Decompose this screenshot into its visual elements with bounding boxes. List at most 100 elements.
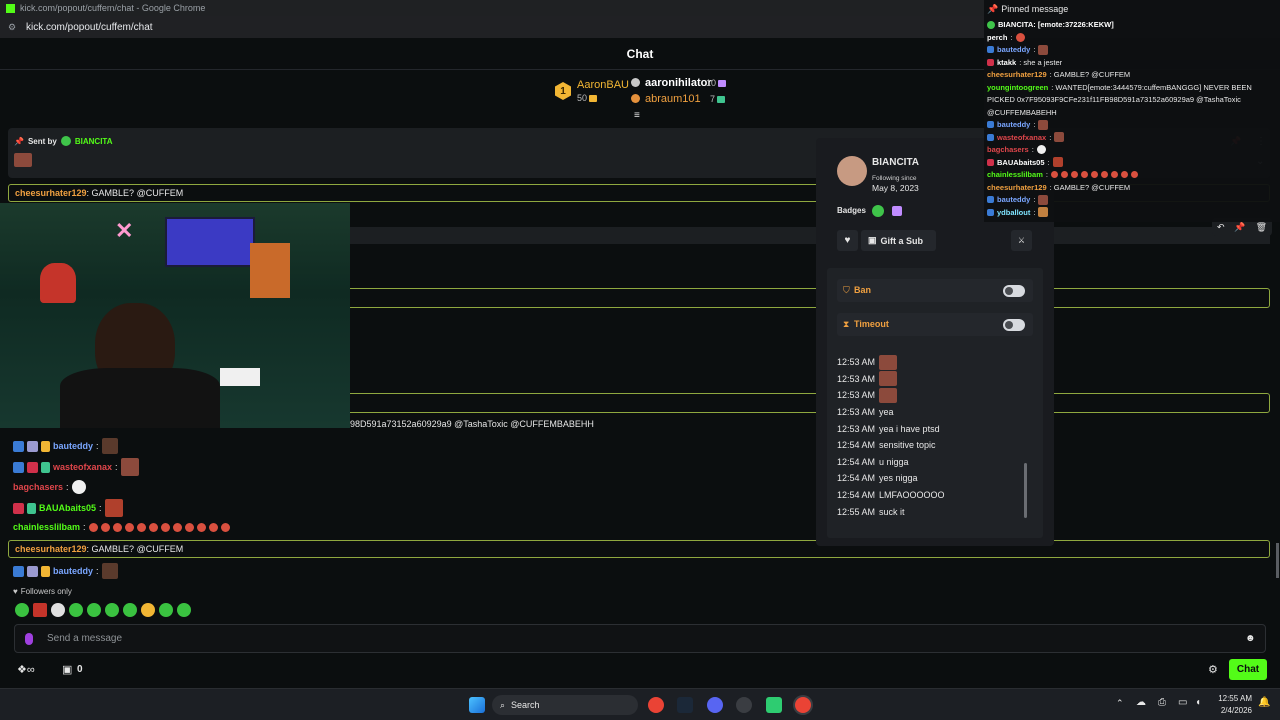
clock-time[interactable]: 12:55 AM bbox=[1216, 694, 1252, 703]
chat-username[interactable]: bauteddy bbox=[53, 441, 93, 451]
chat-username[interactable]: bauteddy bbox=[997, 120, 1030, 129]
leaderboard-second-name[interactable]: aaronihilator bbox=[645, 77, 712, 89]
chat-username[interactable]: bauteddy bbox=[997, 195, 1030, 204]
expand-leaderboard-icon[interactable]: ≡ bbox=[634, 111, 646, 121]
clock-date[interactable]: 2/4/2026 bbox=[1214, 706, 1252, 715]
popout-message[interactable]: bauteddy: bbox=[984, 194, 1280, 207]
points-icon[interactable]: ❖∞ bbox=[17, 663, 35, 676]
chat-message[interactable]: chainlesslilbam: bbox=[13, 522, 230, 532]
quick-emote[interactable] bbox=[105, 603, 119, 617]
network-icon[interactable]: ▭ bbox=[1178, 697, 1187, 708]
quick-emote[interactable] bbox=[159, 603, 173, 617]
sent-by-user[interactable]: BIANCITA bbox=[75, 137, 113, 146]
chat-username[interactable]: chainlesslilbam bbox=[13, 522, 80, 532]
chevron-up-icon[interactable]: ⌃ bbox=[1116, 698, 1124, 709]
popout-message[interactable]: bagchasers: bbox=[984, 144, 1280, 157]
chat-username[interactable]: bagchasers bbox=[987, 145, 1029, 154]
chat-emote bbox=[136, 522, 146, 532]
popout-message[interactable]: bauteddy: bbox=[984, 119, 1280, 132]
steam-icon[interactable] bbox=[677, 697, 693, 713]
chat-username[interactable]: cheesurhater129 bbox=[987, 183, 1047, 192]
reply-icon[interactable]: ↶ bbox=[1217, 222, 1225, 233]
leaderboard-first-name[interactable]: AaronBAU bbox=[577, 79, 629, 91]
quick-emote[interactable] bbox=[51, 603, 65, 617]
chat-message-text: : GAMBLE? @CUFFEM bbox=[86, 544, 184, 554]
window-title: kick.com/popout/cuffem/chat - Google Chr… bbox=[20, 3, 206, 13]
popout-message[interactable]: youngintoogreen: WANTED[emote:3444579:cu… bbox=[984, 81, 1280, 94]
popout-message[interactable]: ydballout: bbox=[984, 206, 1280, 219]
emoji-picker-icon[interactable]: ☻ bbox=[1245, 633, 1256, 644]
chat-username[interactable]: perch bbox=[987, 33, 1007, 42]
popout-message[interactable]: ktakk: she a jester bbox=[984, 56, 1280, 69]
timeout-row[interactable]: ⧗ Timeout bbox=[837, 313, 1033, 336]
chat-username[interactable]: chainlesslilbam bbox=[987, 170, 1043, 179]
popout-message[interactable]: cheesurhater129: GAMBLE? @CUFFEM bbox=[984, 181, 1280, 194]
chat-username[interactable]: cheesurhater129 bbox=[15, 544, 87, 554]
popout-message[interactable]: BAUAbaits05: bbox=[984, 156, 1280, 169]
discord-icon[interactable] bbox=[707, 697, 723, 713]
quick-emote[interactable] bbox=[33, 603, 47, 617]
chat-scrollbar[interactable] bbox=[1276, 543, 1279, 578]
microphone-icon[interactable] bbox=[25, 632, 33, 645]
chrome-icon[interactable] bbox=[648, 697, 664, 713]
chat-message[interactable]: BAUAbaits05: bbox=[13, 499, 123, 517]
follow-heart-button[interactable]: ♥ bbox=[837, 230, 858, 251]
chat-username[interactable]: wasteofxanax bbox=[997, 133, 1046, 142]
chat-username[interactable]: ydballout bbox=[997, 208, 1030, 217]
cloud-icon[interactable]: ☁ bbox=[1136, 697, 1146, 708]
popout-message[interactable]: wasteofxanax: bbox=[984, 131, 1280, 144]
chat-message[interactable]: bauteddy: bbox=[13, 563, 118, 579]
chat-username[interactable]: ktakk bbox=[997, 58, 1016, 67]
chat-message[interactable]: bagchasers: bbox=[13, 480, 86, 494]
quick-emote[interactable] bbox=[87, 603, 101, 617]
gift-count: 0 bbox=[77, 664, 83, 675]
popout-message[interactable]: cheesurhater129: GAMBLE? @CUFFEM bbox=[984, 69, 1280, 82]
taskbar-search[interactable]: ⌕ Search bbox=[492, 695, 638, 715]
message-input[interactable]: Send a message bbox=[47, 633, 122, 644]
quick-emote[interactable] bbox=[15, 603, 29, 617]
chat-username[interactable]: cheesurhater129 bbox=[987, 70, 1047, 79]
chat-username[interactable]: bauteddy bbox=[53, 566, 93, 576]
quick-emote[interactable] bbox=[141, 603, 155, 617]
history-scrollbar[interactable] bbox=[1024, 463, 1027, 518]
popout-message[interactable]: bauteddy: bbox=[984, 44, 1280, 57]
popout-message[interactable]: perch: bbox=[984, 31, 1280, 44]
gift-sub-button[interactable]: ▣ Gift a Sub bbox=[861, 230, 936, 251]
quick-emote[interactable] bbox=[177, 603, 191, 617]
chat-username[interactable]: BAUAbaits05 bbox=[39, 503, 96, 513]
delete-icon[interactable]: 🗑 bbox=[1256, 222, 1267, 233]
site-settings-icon[interactable]: ⚙ bbox=[8, 22, 18, 32]
chat-username[interactable]: youngintoogreen bbox=[987, 83, 1048, 92]
chrome-active-icon[interactable] bbox=[795, 697, 811, 713]
chat-username[interactable]: wasteofxanax bbox=[53, 462, 112, 472]
chat-username[interactable]: bagchasers bbox=[13, 482, 63, 492]
volume-icon[interactable]: ◖ bbox=[1195, 697, 1201, 708]
windows-start-icon[interactable] bbox=[469, 697, 485, 713]
notification-bell-icon[interactable]: 🔔 bbox=[1258, 697, 1270, 708]
chat-message[interactable]: bauteddy: bbox=[13, 438, 118, 454]
app-icon[interactable] bbox=[766, 697, 782, 713]
chat-username[interactable]: bauteddy bbox=[997, 45, 1030, 54]
highlighted-message[interactable]: cheesurhater129: GAMBLE? @CUFFEM bbox=[8, 540, 1270, 558]
timeout-toggle[interactable] bbox=[1003, 319, 1025, 331]
send-chat-button[interactable]: Chat bbox=[1229, 659, 1267, 680]
mic-tray-icon[interactable]: ⎙ bbox=[1158, 697, 1166, 708]
quick-emote[interactable] bbox=[69, 603, 83, 617]
quick-emote[interactable] bbox=[123, 603, 137, 617]
chat-message[interactable]: wasteofxanax: bbox=[13, 458, 139, 476]
message-input-wrapper[interactable]: Send a message ☻ bbox=[14, 624, 1266, 653]
mod-action-button[interactable]: ⚔ bbox=[1011, 230, 1032, 251]
ban-toggle[interactable] bbox=[1003, 285, 1025, 297]
chat-username[interactable]: cheesurhater129 bbox=[15, 188, 87, 198]
settings-gear-icon[interactable]: ⚙ bbox=[1208, 663, 1218, 676]
history-item: 12:55 AM suck it bbox=[837, 503, 1033, 520]
badge-icon bbox=[987, 196, 994, 204]
popout-message[interactable]: chainlesslilbam: bbox=[984, 169, 1280, 182]
chat-username[interactable]: BAUAbaits05 bbox=[997, 158, 1045, 167]
gift-icon[interactable]: ▣ bbox=[62, 663, 72, 676]
pin-icon[interactable]: 📌 bbox=[1234, 222, 1245, 233]
obs-icon[interactable] bbox=[736, 697, 752, 713]
leaderboard-third-name[interactable]: abraum101 bbox=[645, 93, 701, 105]
url-text[interactable]: kick.com/popout/cuffem/chat bbox=[26, 22, 153, 33]
ban-row[interactable]: ⛉ Ban bbox=[837, 279, 1033, 302]
